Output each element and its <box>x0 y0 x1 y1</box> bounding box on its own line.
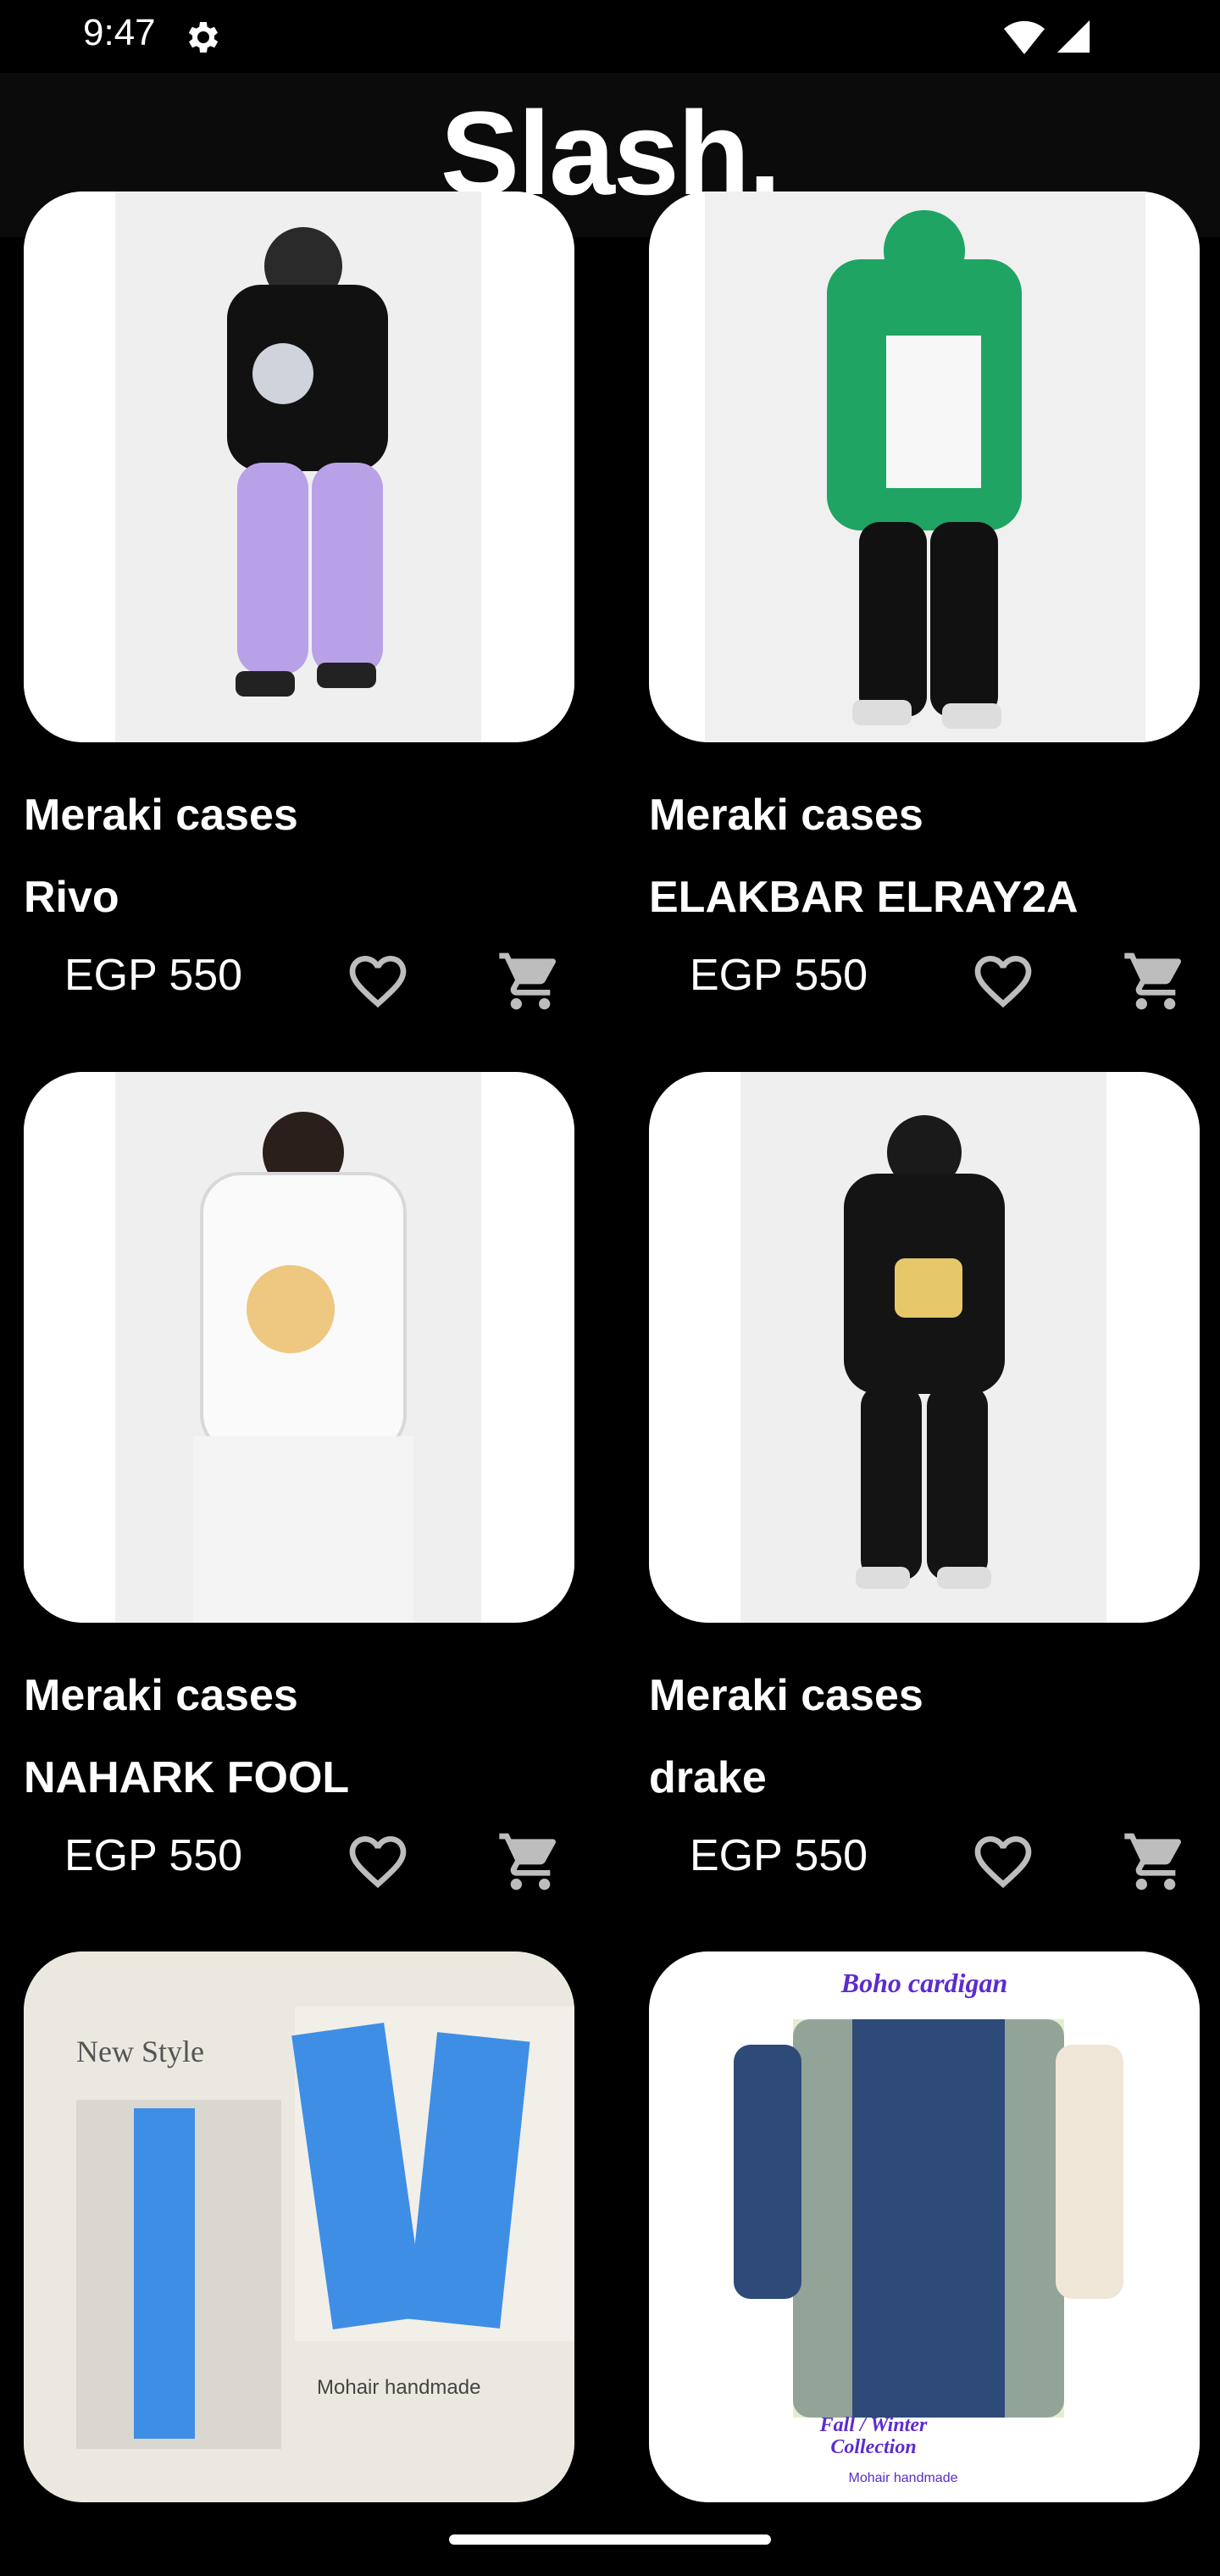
cart-icon[interactable] <box>496 947 564 1015</box>
status-bar: 9:47 <box>0 0 1220 73</box>
heart-icon[interactable] <box>969 947 1037 1015</box>
image-text: Collection <box>830 2436 916 2458</box>
product-image[interactable] <box>649 1072 1200 1623</box>
product-brand: Meraki cases <box>649 791 923 840</box>
settings-icon <box>188 22 219 53</box>
product-name: drake <box>649 1753 767 1802</box>
product-price: EGP 550 <box>64 1831 243 1880</box>
heart-icon[interactable] <box>344 947 412 1015</box>
heart-icon[interactable] <box>344 1828 412 1896</box>
product-price: EGP 550 <box>64 951 243 1000</box>
product-brand: Meraki cases <box>24 791 298 840</box>
wifi-icon <box>1004 20 1045 54</box>
image-text: New Style <box>76 2035 204 2068</box>
cart-icon[interactable] <box>496 1828 564 1896</box>
product-image[interactable] <box>24 1072 574 1623</box>
product-price: EGP 550 <box>690 951 868 1000</box>
product-price: EGP 550 <box>690 1831 868 1880</box>
product-image[interactable] <box>24 192 574 742</box>
product-name: Rivo <box>24 873 119 922</box>
image-text: Boho cardigan <box>840 1968 1007 1998</box>
product-name: NAHARK FOOL <box>24 1753 350 1802</box>
heart-icon[interactable] <box>969 1828 1037 1896</box>
cart-icon[interactable] <box>1122 947 1190 1015</box>
image-text: Fall / Winter <box>819 2414 928 2436</box>
product-image[interactable]: Boho cardigan Fall / Winter Collection M… <box>649 1951 1200 2502</box>
product-image[interactable]: New Style Mohair handmade <box>24 1951 574 2502</box>
product-brand: Meraki cases <box>649 1671 923 1720</box>
cart-icon[interactable] <box>1122 1828 1190 1896</box>
home-indicator[interactable] <box>449 2534 771 2545</box>
signal-icon <box>1056 19 1090 53</box>
product-brand: Meraki cases <box>24 1671 298 1720</box>
status-time: 9:47 <box>83 12 156 53</box>
image-text: Mohair handmade <box>317 2376 480 2399</box>
product-name: ELAKBAR ELRAY2A <box>649 873 1079 922</box>
product-image[interactable] <box>649 192 1200 742</box>
image-text: Mohair handmade <box>849 2471 958 2485</box>
